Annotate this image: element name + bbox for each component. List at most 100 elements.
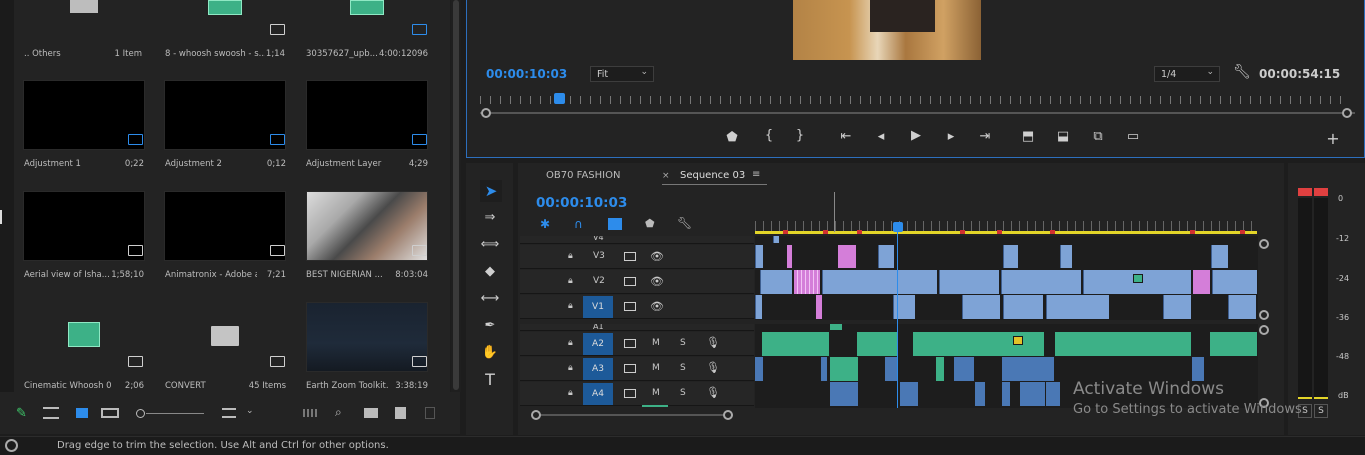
track-label[interactable]: A4: [583, 383, 613, 405]
comparison-view-icon[interactable]: ▭: [1123, 129, 1143, 144]
video-clip[interactable]: [1212, 270, 1257, 294]
video-clip[interactable]: [1046, 295, 1109, 319]
list-view-icon[interactable]: [43, 407, 59, 419]
audio-clip[interactable]: [830, 357, 858, 381]
eye-icon[interactable]: 👁︎: [650, 250, 664, 263]
type-tool-icon[interactable]: T: [480, 370, 500, 389]
audio-clip[interactable]: [936, 357, 944, 381]
automate-icon[interactable]: [303, 409, 319, 417]
add-marker-icon[interactable]: ⬟: [645, 217, 655, 230]
icon-view-icon[interactable]: [76, 408, 88, 418]
track-label[interactable]: V1: [583, 296, 613, 318]
thumb-best-nigerian[interactable]: [306, 191, 428, 261]
audio-clip[interactable]: [857, 332, 897, 356]
video-clip[interactable]: [939, 270, 999, 294]
track-header-a3[interactable]: 🔒︎ A3 M S 🎙︎: [520, 357, 754, 381]
video-clip[interactable]: [962, 295, 1000, 319]
audio-clip[interactable]: [913, 332, 1044, 356]
mark-in-icon[interactable]: {: [759, 128, 779, 143]
tab-menu-icon[interactable]: ≡: [752, 169, 760, 180]
timeline-playhead[interactable]: [893, 222, 903, 232]
mute-button[interactable]: M: [652, 363, 660, 373]
video-clip[interactable]: [773, 236, 779, 243]
track-header-a4[interactable]: 🔒︎ A4 M S 🎙︎: [520, 382, 754, 407]
mic-icon[interactable]: 🎙︎: [706, 336, 720, 349]
video-clip[interactable]: [760, 270, 792, 294]
work-area-bar[interactable]: [755, 231, 1257, 234]
razor-icon[interactable]: ◆: [480, 264, 500, 279]
audio-clip[interactable]: [830, 324, 842, 330]
step-back-icon[interactable]: ◂: [871, 129, 891, 144]
video-clip-pink[interactable]: [838, 245, 856, 268]
audio-scroll-handle[interactable]: [1259, 325, 1269, 335]
lock-icon[interactable]: 🔒︎: [568, 388, 573, 398]
video-clip-pink[interactable]: [787, 245, 792, 268]
timeline-ruler[interactable]: [755, 221, 1257, 231]
video-clip[interactable]: [1060, 245, 1072, 268]
mic-icon[interactable]: 🎙︎: [706, 386, 720, 399]
linked-selection-icon[interactable]: [608, 218, 622, 230]
track-header-a2[interactable]: 🔒︎ A2 M S 🎙︎: [520, 332, 754, 356]
close-tab-icon[interactable]: ×: [662, 171, 670, 181]
video-clip[interactable]: [1163, 295, 1191, 319]
timeline-timecode[interactable]: 00:00:10:03: [536, 195, 627, 211]
chevron-down-icon[interactable]: ⌄: [246, 406, 254, 416]
lock-icon[interactable]: 🔒︎: [568, 363, 573, 373]
step-forward-icon[interactable]: ▸: [941, 129, 961, 144]
video-clip[interactable]: [1211, 245, 1228, 268]
video-clip[interactable]: [1003, 295, 1043, 319]
lock-icon[interactable]: 🔒︎: [568, 251, 573, 261]
monitor-playhead[interactable]: [554, 93, 565, 104]
thumb-animatronix[interactable]: [164, 191, 286, 261]
zoom-slider-knob[interactable]: [136, 409, 145, 418]
project-scrollbar-thumb[interactable]: [453, 0, 459, 390]
slip-tool-icon[interactable]: ⟷: [480, 291, 500, 306]
resolution-dropdown[interactable]: 1/4 ⌄: [1154, 66, 1220, 82]
search-icon[interactable]: ⌕: [335, 405, 342, 420]
sync-lock-icon[interactable]: [624, 364, 636, 373]
video-clip[interactable]: [1001, 270, 1081, 294]
zoom-slider[interactable]: [136, 409, 206, 419]
track-header-a1[interactable]: A1: [520, 324, 754, 331]
tab-sequence-03[interactable]: Sequence 03: [680, 170, 745, 181]
snap-magnet-icon[interactable]: ∩: [574, 217, 583, 231]
video-clip[interactable]: [1003, 245, 1018, 268]
audio-clip[interactable]: [1210, 332, 1257, 356]
sync-lock-icon[interactable]: [624, 389, 636, 398]
track-label[interactable]: A3: [583, 358, 613, 380]
timeline-marker[interactable]: [960, 230, 965, 234]
timeline-marker[interactable]: [783, 230, 788, 234]
solo-button[interactable]: S: [680, 338, 686, 348]
track-label[interactable]: A2: [583, 333, 613, 355]
audio-clip[interactable]: [900, 382, 918, 406]
audio-clip[interactable]: [1055, 332, 1191, 356]
solo-button[interactable]: S: [680, 388, 686, 398]
go-to-in-icon[interactable]: ⇤: [836, 129, 856, 144]
eye-icon[interactable]: 👁︎: [650, 275, 664, 288]
timeline-settings-wrench-icon[interactable]: 🔧︎: [677, 216, 692, 230]
video-clip-pink[interactable]: [1193, 270, 1210, 294]
timeline-marker[interactable]: [997, 230, 1002, 234]
solo-right-button[interactable]: S: [1314, 404, 1328, 418]
play-icon[interactable]: ▶: [906, 128, 926, 143]
sync-lock-icon[interactable]: [624, 339, 636, 348]
pencil-icon[interactable]: ✎: [16, 406, 30, 421]
mute-button[interactable]: M: [652, 388, 660, 398]
extract-icon[interactable]: ⬓: [1053, 129, 1073, 144]
timeline-zoom-handle-left[interactable]: [531, 410, 541, 420]
creative-cloud-icon[interactable]: [5, 439, 18, 452]
zoom-handle-left[interactable]: [481, 108, 491, 118]
fit-dropdown[interactable]: Fit ⌄: [590, 66, 654, 82]
sync-lock-icon[interactable]: [624, 302, 636, 311]
tab-ob70-fashion[interactable]: OB70 FASHION: [546, 170, 620, 181]
mic-icon[interactable]: 🎙︎: [706, 361, 720, 374]
lock-icon[interactable]: 🔒︎: [568, 301, 573, 311]
lock-icon[interactable]: 🔒︎: [568, 338, 573, 348]
audio-clip[interactable]: [830, 382, 858, 406]
audio-clip[interactable]: [821, 357, 827, 381]
audio-clip[interactable]: [954, 357, 974, 381]
thumb-aerial-view[interactable]: [23, 191, 145, 261]
thumb-adjustment-layer[interactable]: [306, 80, 428, 150]
audio-clip[interactable]: [755, 357, 763, 381]
timeline-marker[interactable]: [1240, 230, 1245, 234]
